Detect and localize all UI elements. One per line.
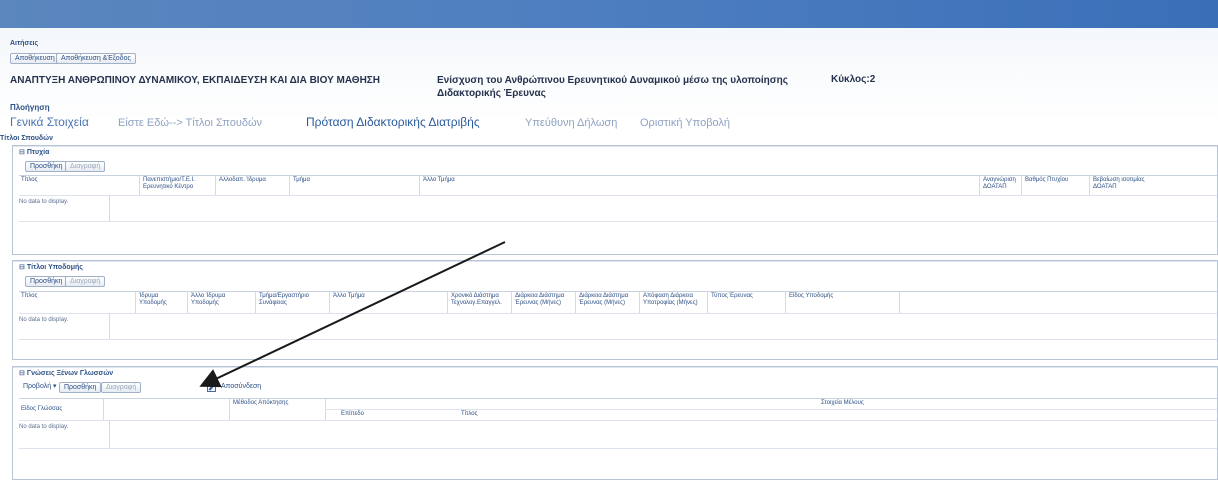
col-grade[interactable]: Βαθμός Πτυχίου bbox=[1023, 176, 1070, 185]
nav-step-degrees: Είστε Εδώ--> Τίτλοι Σπουδών bbox=[118, 117, 263, 129]
degrees-add-button[interactable]: Προσθήκη bbox=[25, 161, 68, 172]
col-other-department[interactable]: Άλλο Τμήμα bbox=[331, 292, 367, 301]
action-title: Ενίσχυση του Ανθρώπινου Ερευνητικού Δυνα… bbox=[437, 75, 788, 99]
nav-step-thesis-proposal[interactable]: Πρόταση Διδακτορικής Διατριβής bbox=[306, 112, 480, 132]
degrees-empty-text: No data to display. bbox=[19, 199, 69, 205]
collapse-icon[interactable]: ⊟ bbox=[19, 370, 25, 377]
cycle-label: Κύκλος:2 bbox=[831, 74, 876, 85]
col-scholarship-duration[interactable]: Απόφαση Διάρκεια Υποτροφίας (Μήνες) bbox=[641, 292, 701, 308]
languages-add-button[interactable]: Προσθήκη bbox=[59, 382, 102, 393]
page-body: Αιτήσεις Αποθήκευση Αποθήκευση &Έξοδος Α… bbox=[0, 28, 1218, 492]
languages-table-header: Είδος Γλώσσας Μέθοδος Απόκτησης Επίπεδο … bbox=[19, 398, 1217, 421]
collapse-icon[interactable]: ⊟ bbox=[19, 149, 25, 156]
collapse-icon[interactable]: ⊟ bbox=[19, 264, 25, 271]
col-other-institution[interactable]: Άλλο Ίδρυμα Υποδομής bbox=[189, 292, 249, 308]
languages-delete-button[interactable]: Διαγραφή bbox=[101, 382, 142, 393]
col-title[interactable]: Τίτλος bbox=[19, 292, 40, 301]
col-foreign-institution[interactable]: Αλλοδαπ. Ίδρυμα bbox=[217, 176, 268, 185]
top-banner bbox=[0, 0, 1218, 28]
languages-empty-text: No data to display. bbox=[19, 424, 69, 430]
col-blank bbox=[105, 399, 109, 401]
postgrad-empty-text: No data to display. bbox=[19, 317, 69, 323]
col-department[interactable]: Τμήμα bbox=[291, 176, 312, 185]
degrees-panel-title: Πτυχία bbox=[26, 149, 50, 156]
col-member-group[interactable]: Στοιχεία Μέλους bbox=[819, 399, 866, 408]
col-member-title[interactable]: Τίτλος bbox=[459, 410, 480, 419]
degrees-delete-button[interactable]: Διαγραφή bbox=[65, 161, 106, 172]
col-research-type[interactable]: Τύπος Έρευνας bbox=[709, 292, 755, 301]
postgrad-table-header: Τίτλος Ίδρυμα Υποδομής Άλλο Ίδρυμα Υποδο… bbox=[19, 291, 1217, 314]
postgrad-delete-button[interactable]: Διαγραφή bbox=[65, 276, 106, 287]
save-exit-button[interactable]: Αποθήκευση &Έξοδος bbox=[56, 53, 136, 64]
col-institution[interactable]: Ίδρυμα Υποδομής bbox=[137, 292, 187, 308]
languages-panel: ⊟ Γνώσεις Ξένων Γλωσσών Προβολή ▾ Προσθήκ… bbox=[12, 366, 1218, 480]
breadcrumb[interactable]: Αιτήσεις bbox=[10, 40, 38, 47]
col-acquisition-method[interactable]: Μέθοδος Απόκτησης bbox=[231, 399, 290, 408]
col-title[interactable]: Τίτλος bbox=[19, 176, 40, 185]
col-doatap-equivalence[interactable]: Βεβαίωση ισοτιμίας ΔΟΑΤΑΠ bbox=[1091, 176, 1151, 192]
col-level[interactable]: Επίπεδο bbox=[339, 410, 366, 419]
postgrad-panel-title: Τίτλοι Υποδομής bbox=[26, 264, 83, 271]
edit-icon[interactable] bbox=[207, 383, 216, 392]
col-time-period[interactable]: Χρονικό Διάστημα Τεχνολογ.Επαγγελ. bbox=[449, 292, 509, 308]
save-button[interactable]: Αποθήκευση bbox=[10, 53, 60, 64]
col-research-duration[interactable]: Διάρκεια Διάστημα Έρευνας (Μήνες) bbox=[513, 292, 573, 308]
nav-step-declaration[interactable]: Υπεύθυνη Δήλωση bbox=[525, 113, 617, 133]
nav-step-final-submission[interactable]: Οριστική Υποβολή bbox=[640, 113, 730, 133]
degrees-panel-header[interactable]: ⊟ Πτυχία bbox=[19, 148, 49, 156]
col-research-duration-2[interactable]: Διάρκεια Διάστημα Έρευνας (Μήνες) bbox=[577, 292, 637, 308]
languages-panel-title: Γνώσεις Ξένων Γλωσσών bbox=[26, 370, 114, 377]
program-title: ΑΝΑΠΤΥΞΗ ΑΝΘΡΩΠΙΝΟΥ ΔΥΝΑΜΙΚΟΥ, ΕΚΠΑΙΔΕΥΣ… bbox=[10, 75, 381, 86]
section-title: Τίτλοι Σπουδών bbox=[0, 135, 53, 142]
languages-panel-header[interactable]: ⊟ Γνώσεις Ξένων Γλωσσών bbox=[19, 369, 113, 377]
col-infrastructure-type[interactable]: Είδος Υποδομής bbox=[787, 292, 835, 301]
postgrad-panel-header[interactable]: ⊟ Τίτλοι Υποδομής bbox=[19, 263, 83, 271]
view-menu[interactable]: Προβολή ▾ bbox=[19, 382, 61, 393]
navigation-label: Πλοήγηση bbox=[10, 103, 50, 112]
degrees-panel: ⊟ Πτυχία Προσθήκη Διαγραφή Τίτλος Πανεπισ… bbox=[12, 145, 1218, 255]
col-university[interactable]: Πανεπιστήμιο/Τ.Ε.Ι. Ερευνητικό Κέντρο bbox=[141, 176, 211, 192]
postgrad-add-button[interactable]: Προσθήκη bbox=[25, 276, 68, 287]
col-lab[interactable]: Τμήμα/Εργαστήριο Συνάφειας bbox=[257, 292, 323, 308]
degrees-table-header: Τίτλος Πανεπιστήμιο/Τ.Ε.Ι. Ερευνητικό Κέ… bbox=[19, 175, 1217, 196]
postgrad-panel: ⊟ Τίτλοι Υποδομής Προσθήκη Διαγραφή Τίτλο… bbox=[12, 260, 1218, 360]
col-doatap-recognition[interactable]: Αναγνώριση ΔΟΑΤΑΠ bbox=[981, 176, 1019, 192]
col-language[interactable]: Είδος Γλώσσας bbox=[19, 405, 64, 414]
nav-step-general[interactable]: Γενικά Στοιχεία bbox=[10, 112, 89, 132]
col-other-department[interactable]: Άλλο Τμήμα bbox=[421, 176, 457, 185]
detach-button[interactable]: Αποσύνδεση bbox=[217, 382, 265, 393]
